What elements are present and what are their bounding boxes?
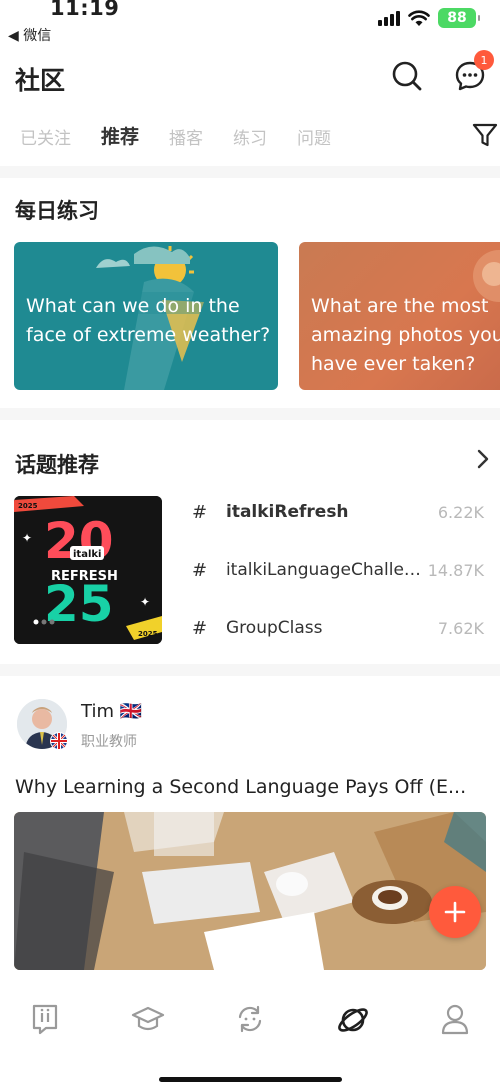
practice-card-weather[interactable]: What can we do in the face of extreme we… [14, 242, 278, 390]
wifi-icon [408, 9, 430, 26]
tab-recommended[interactable]: 推荐 [101, 122, 139, 149]
topic-row[interactable]: # italkiRefresh 6.22K [192, 500, 488, 524]
practice-refresh-icon[interactable] [234, 1003, 266, 1035]
daily-practice-title: 每日练习 [15, 199, 99, 223]
thumb-brand: italki [73, 549, 101, 560]
page-title: 社区 [15, 66, 66, 95]
svg-text:✦: ✦ [22, 531, 32, 545]
battery-indicator: 88 [438, 8, 480, 28]
topic-count: 14.87K [427, 560, 484, 580]
practice-card-photos-text: What are the most amazing photos you hav… [311, 295, 500, 375]
hashtag-icon: # [192, 559, 208, 581]
planet-community-icon[interactable] [336, 1003, 370, 1037]
topic-name: italkiLanguageChallen... [225, 560, 428, 580]
thumb-strip-text: 2025 [18, 502, 38, 510]
post-cover-image[interactable] [14, 812, 486, 970]
cellular-signal-icon [378, 10, 400, 26]
message-count-badge: 1 [474, 50, 494, 70]
back-to-wechat[interactable]: ◀ 微信 [8, 25, 51, 45]
topic-row[interactable]: # GroupClass 7.62K [192, 616, 488, 640]
italki-refresh-2025-image: 20 25 italki REFRESH 2025 2025 ✦ ✦ [14, 496, 162, 644]
italki-home-icon[interactable] [30, 1003, 60, 1035]
post-title[interactable]: Why Learning a Second Language Pays Off … [15, 776, 490, 798]
topic-name: italkiRefresh [226, 502, 349, 522]
create-post-button[interactable] [429, 886, 481, 938]
chevron-right-icon[interactable] [476, 448, 490, 470]
status-time: 11:19 [50, 0, 120, 20]
thumb-strip-text: 2025 [138, 630, 158, 638]
search-icon[interactable] [391, 60, 423, 92]
author-name[interactable]: Tim 🇬🇧 [81, 701, 142, 722]
tab-questions[interactable]: 问题 [297, 124, 331, 149]
topics-title: 话题推荐 [15, 453, 99, 477]
topic-count: 6.22K [437, 502, 484, 522]
home-indicator [159, 1077, 342, 1082]
practice-card-weather-text: What can we do in the face of extreme we… [26, 295, 271, 346]
thumb-year-top: 20 [44, 512, 114, 570]
topic-name: GroupClass [226, 618, 323, 638]
hashtag-icon: # [192, 501, 208, 523]
profile-icon[interactable] [440, 1003, 470, 1035]
feed-tabs: 已关注 推荐 播客 练习 问题 [20, 124, 361, 149]
topic-count: 7.62K [437, 618, 484, 638]
tab-exercises[interactable]: 练习 [233, 124, 267, 149]
topic-row[interactable]: # italkiLanguageChallen... 14.87K [192, 558, 488, 582]
practice-card-photos[interactable]: What are the most amazing photos you hav… [299, 242, 500, 390]
svg-text:✦: ✦ [140, 595, 150, 609]
author-role: 职业教师 [81, 734, 137, 750]
uk-flag-icon [50, 732, 68, 750]
section-divider [0, 166, 500, 178]
plus-icon [444, 901, 466, 923]
hashtag-icon: # [192, 617, 208, 639]
graduation-cap-icon[interactable] [131, 1003, 165, 1035]
filter-icon[interactable] [472, 122, 498, 148]
topic-thumbnail-italki-refresh[interactable]: 20 25 italki REFRESH 2025 2025 ✦ ✦ [14, 496, 162, 644]
section-divider [0, 664, 500, 676]
tab-following[interactable]: 已关注 [20, 124, 71, 149]
bottom-navigation [0, 985, 500, 1082]
thumb-label: REFRESH [51, 569, 118, 584]
status-indicators: 88 [378, 8, 480, 28]
section-divider [0, 408, 500, 420]
tab-podcasts[interactable]: 播客 [169, 124, 203, 149]
desk-workspace-image [14, 812, 486, 970]
